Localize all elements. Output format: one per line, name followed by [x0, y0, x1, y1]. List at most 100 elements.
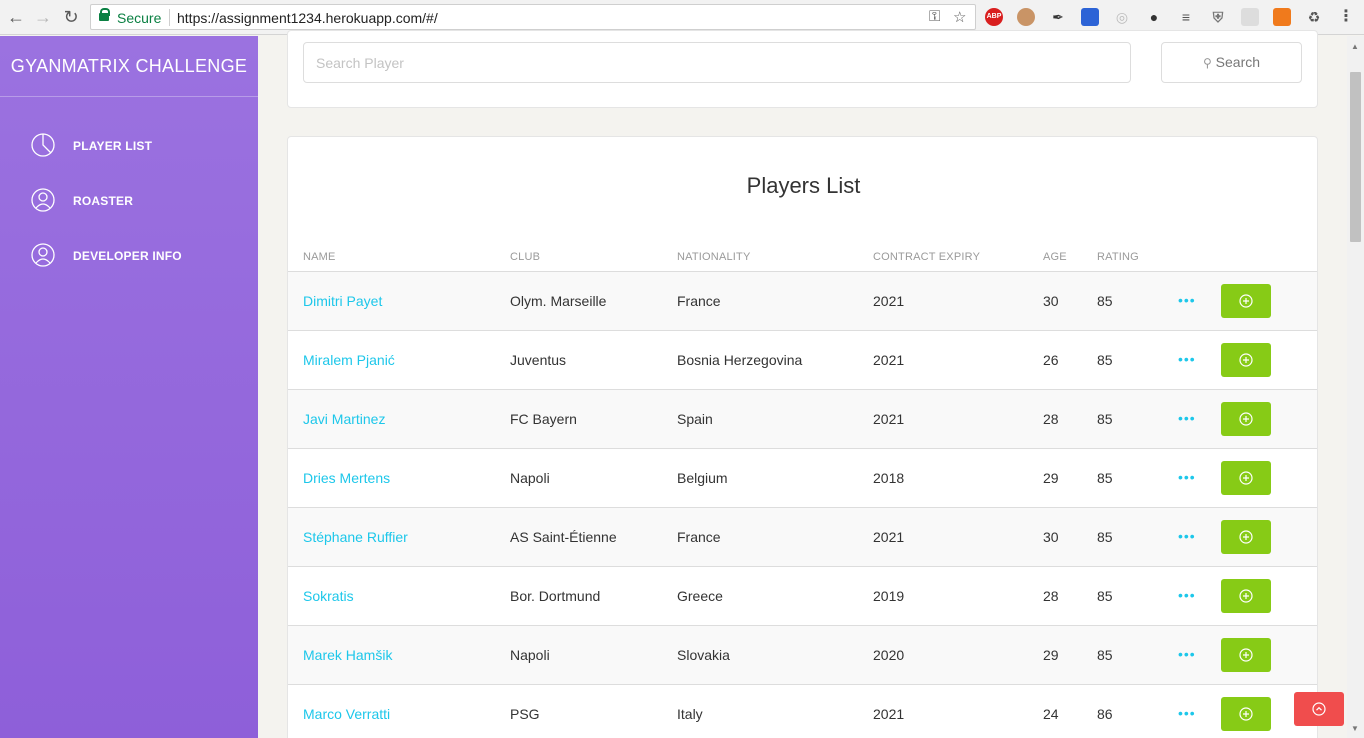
add-player-button[interactable]	[1221, 284, 1271, 318]
cell-rating: 85	[1097, 647, 1113, 663]
more-options-icon[interactable]: •••	[1178, 469, 1196, 485]
scroll-down-arrow-icon[interactable]: ▼	[1351, 724, 1359, 733]
cell-club: Napoli	[510, 647, 550, 663]
cell-nationality: France	[677, 529, 721, 545]
sidebar-item-player-list[interactable]: PLAYER LIST	[30, 132, 240, 162]
cell-club: Napoli	[510, 470, 550, 486]
plus-circle-icon	[1239, 707, 1253, 721]
address-bar[interactable]: Secure https://assignment1234.herokuapp.…	[90, 4, 976, 30]
add-player-button[interactable]	[1221, 638, 1271, 672]
plus-circle-icon	[1239, 648, 1253, 662]
scroll-to-top-button[interactable]	[1294, 692, 1344, 726]
search-input[interactable]	[303, 42, 1131, 83]
player-name-link[interactable]: Marek Hamšik	[303, 647, 392, 663]
search-button-label: Search	[1215, 54, 1261, 70]
secure-label: Secure	[117, 10, 162, 26]
cell-club: Olym. Marseille	[510, 293, 607, 309]
add-player-button[interactable]	[1221, 402, 1271, 436]
table-row: Miralem Pjanić Juventus Bosnia Herzegovina…	[288, 330, 1317, 389]
user-icon	[31, 188, 55, 212]
more-options-icon[interactable]: •••	[1178, 646, 1196, 662]
search-button[interactable]: ⚲ Search	[1161, 42, 1302, 83]
cell-age: 24	[1043, 706, 1059, 722]
scrollbar-thumb[interactable]	[1350, 72, 1361, 242]
cell-age: 26	[1043, 352, 1059, 368]
forward-icon[interactable]: →	[32, 6, 54, 28]
menu-kebab-icon[interactable]: ⋮	[1337, 8, 1355, 26]
url-text[interactable]: https://assignment1234.herokuapp.com/#/	[177, 10, 438, 26]
lock-icon	[99, 8, 110, 22]
shield-extension-icon[interactable]: ⛨	[1209, 8, 1227, 26]
cell-club: AS Saint-Étienne	[510, 529, 617, 545]
sidebar: GYANMATRIX CHALLENGE PLAYER LIST ROASTER…	[0, 36, 258, 738]
more-options-icon[interactable]: •••	[1178, 292, 1196, 308]
cell-club: FC Bayern	[510, 411, 577, 427]
cell-age: 30	[1043, 529, 1059, 545]
plus-circle-icon	[1239, 294, 1253, 308]
more-options-icon[interactable]: •••	[1178, 528, 1196, 544]
sidebar-item-roaster[interactable]: ROASTER	[30, 187, 240, 217]
list-extension-icon[interactable]: ≡	[1177, 8, 1195, 26]
table-row: Dimitri Payet Olym. Marseille France 2021 30…	[288, 271, 1317, 330]
brand-title[interactable]: GYANMATRIX CHALLENGE	[0, 36, 258, 97]
sidebar-item-label: PLAYER LIST	[73, 139, 153, 153]
cell-rating: 85	[1097, 470, 1113, 486]
add-player-button[interactable]	[1221, 343, 1271, 377]
cell-nationality: Slovakia	[677, 647, 730, 663]
adblock-icon[interactable]: ABP	[985, 8, 1003, 26]
key-icon[interactable]: ⚿	[929, 8, 940, 25]
player-name-link[interactable]: Javi Martinez	[303, 411, 385, 427]
cell-contract: 2021	[873, 706, 905, 722]
cell-nationality: Bosnia Herzegovina	[677, 352, 803, 368]
more-options-icon[interactable]: •••	[1178, 410, 1196, 426]
plus-circle-icon	[1239, 589, 1253, 603]
circle-extension-icon[interactable]: ◎	[1113, 8, 1131, 26]
column-header-rating: RATING	[1097, 251, 1139, 263]
info-extension-icon[interactable]	[1081, 8, 1099, 26]
cell-contract: 2021	[873, 293, 905, 309]
cell-age: 28	[1043, 411, 1059, 427]
back-icon[interactable]: ←	[5, 6, 27, 28]
player-name-link[interactable]: Miralem Pjanić	[303, 352, 395, 368]
page-scrollbar[interactable]: ▲ ▼	[1347, 36, 1364, 738]
cell-contract: 2018	[873, 470, 905, 486]
reload-icon[interactable]: ↻	[60, 6, 82, 28]
cell-club: Bor. Dortmund	[510, 588, 601, 604]
star-icon[interactable]: ☆	[953, 8, 966, 26]
player-name-link[interactable]: Sokratis	[303, 588, 354, 604]
cell-club: PSG	[510, 706, 540, 722]
table-row: Javi Martinez FC Bayern Spain 2021 28 85 •••	[288, 389, 1317, 448]
add-player-button[interactable]	[1221, 520, 1271, 554]
puzzle-extension-icon[interactable]: ♻	[1305, 8, 1323, 26]
scroll-up-arrow-icon[interactable]: ▲	[1351, 42, 1359, 51]
more-options-icon[interactable]: •••	[1178, 351, 1196, 367]
orange-extension-icon[interactable]	[1273, 8, 1291, 26]
table-row: Marco Verratti PSG Italy 2021 24 86 •••	[288, 684, 1317, 738]
sidebar-item-label: ROASTER	[73, 194, 134, 208]
pen-extension-icon[interactable]: ✒	[1049, 8, 1067, 26]
cell-nationality: France	[677, 293, 721, 309]
table-row: Marek Hamšik Napoli Slovakia 2020 29 85 •••	[288, 625, 1317, 684]
cell-rating: 85	[1097, 588, 1113, 604]
grid-extension-icon[interactable]	[1241, 8, 1259, 26]
more-options-icon[interactable]: •••	[1178, 705, 1196, 721]
player-name-link[interactable]: Stéphane Ruffier	[303, 529, 408, 545]
more-options-icon[interactable]: •••	[1178, 587, 1196, 603]
table-row: Sokratis Bor. Dortmund Greece 2019 28 85 •••	[288, 566, 1317, 625]
cell-nationality: Greece	[677, 588, 723, 604]
plus-circle-icon	[1239, 353, 1253, 367]
sidebar-item-developer-info[interactable]: DEVELOPER INFO	[30, 242, 240, 272]
add-player-button[interactable]	[1221, 579, 1271, 613]
column-header-name: NAME	[303, 251, 336, 263]
player-name-link[interactable]: Dimitri Payet	[303, 293, 382, 309]
bulb-extension-icon[interactable]: ●	[1145, 8, 1163, 26]
cell-rating: 86	[1097, 706, 1113, 722]
add-player-button[interactable]	[1221, 461, 1271, 495]
cell-nationality: Italy	[677, 706, 703, 722]
search-icon: ⚲	[1202, 56, 1212, 70]
player-name-link[interactable]: Marco Verratti	[303, 706, 390, 722]
cell-nationality: Belgium	[677, 470, 728, 486]
player-name-link[interactable]: Dries Mertens	[303, 470, 390, 486]
add-player-button[interactable]	[1221, 697, 1271, 731]
avatar-extension-icon[interactable]	[1017, 8, 1035, 26]
